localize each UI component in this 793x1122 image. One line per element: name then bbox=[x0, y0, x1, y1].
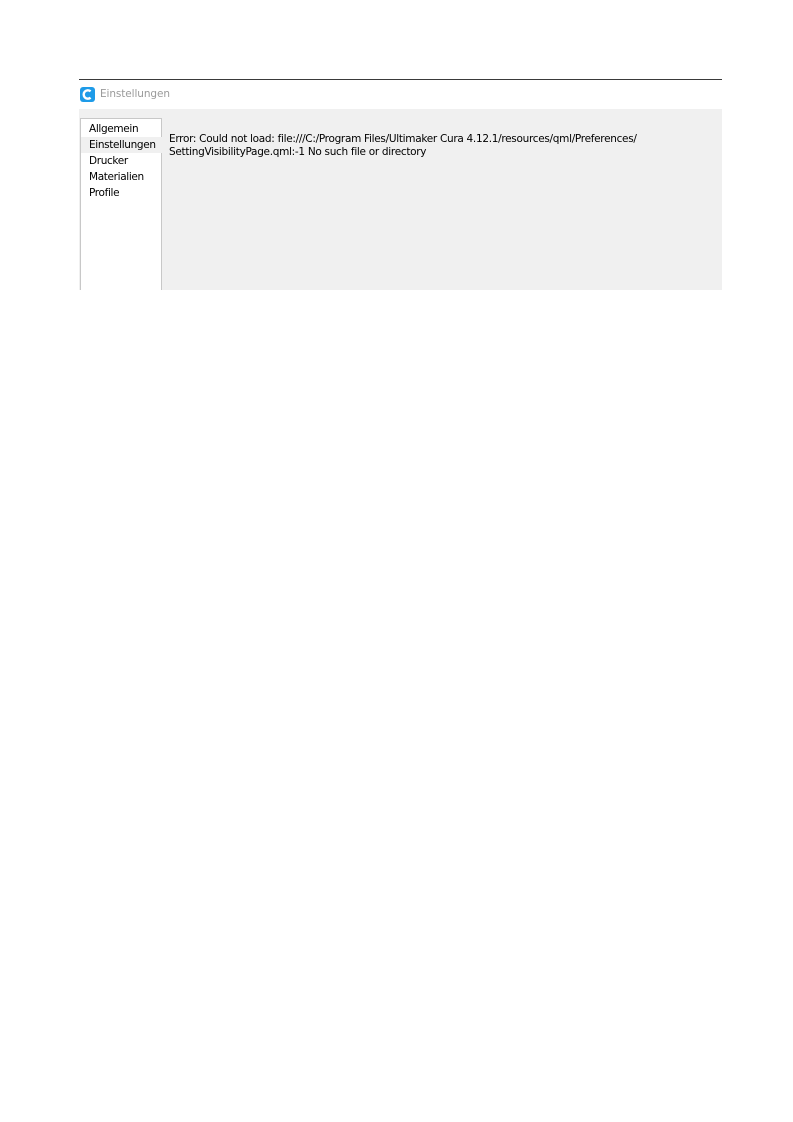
error-message-line-2: SettingVisibilityPage.qml:-1 No such fil… bbox=[169, 146, 427, 158]
preferences-client-area: Allgemein Einstellungen Drucker Material… bbox=[79, 109, 722, 290]
error-message-line-1: Error: Could not load: file:///C:/Progra… bbox=[169, 133, 637, 145]
preferences-sidebar: Allgemein Einstellungen Drucker Material… bbox=[80, 118, 163, 290]
sidebar-item-profile[interactable]: Profile bbox=[81, 185, 163, 201]
sidebar-item-drucker[interactable]: Drucker bbox=[81, 153, 163, 169]
sidebar-item-allgemein[interactable]: Allgemein bbox=[81, 121, 163, 137]
error-message: Error: Could not load: file:///C:/Progra… bbox=[169, 133, 714, 159]
preferences-window: Einstellungen Allgemein Einstellungen Dr… bbox=[79, 80, 722, 290]
title-bar[interactable]: Einstellungen bbox=[79, 80, 722, 109]
window-title: Einstellungen bbox=[100, 88, 170, 100]
sidebar-item-materialien[interactable]: Materialien bbox=[81, 169, 163, 185]
cura-logo-icon bbox=[80, 87, 95, 102]
sidebar-item-einstellungen[interactable]: Einstellungen bbox=[81, 137, 163, 153]
